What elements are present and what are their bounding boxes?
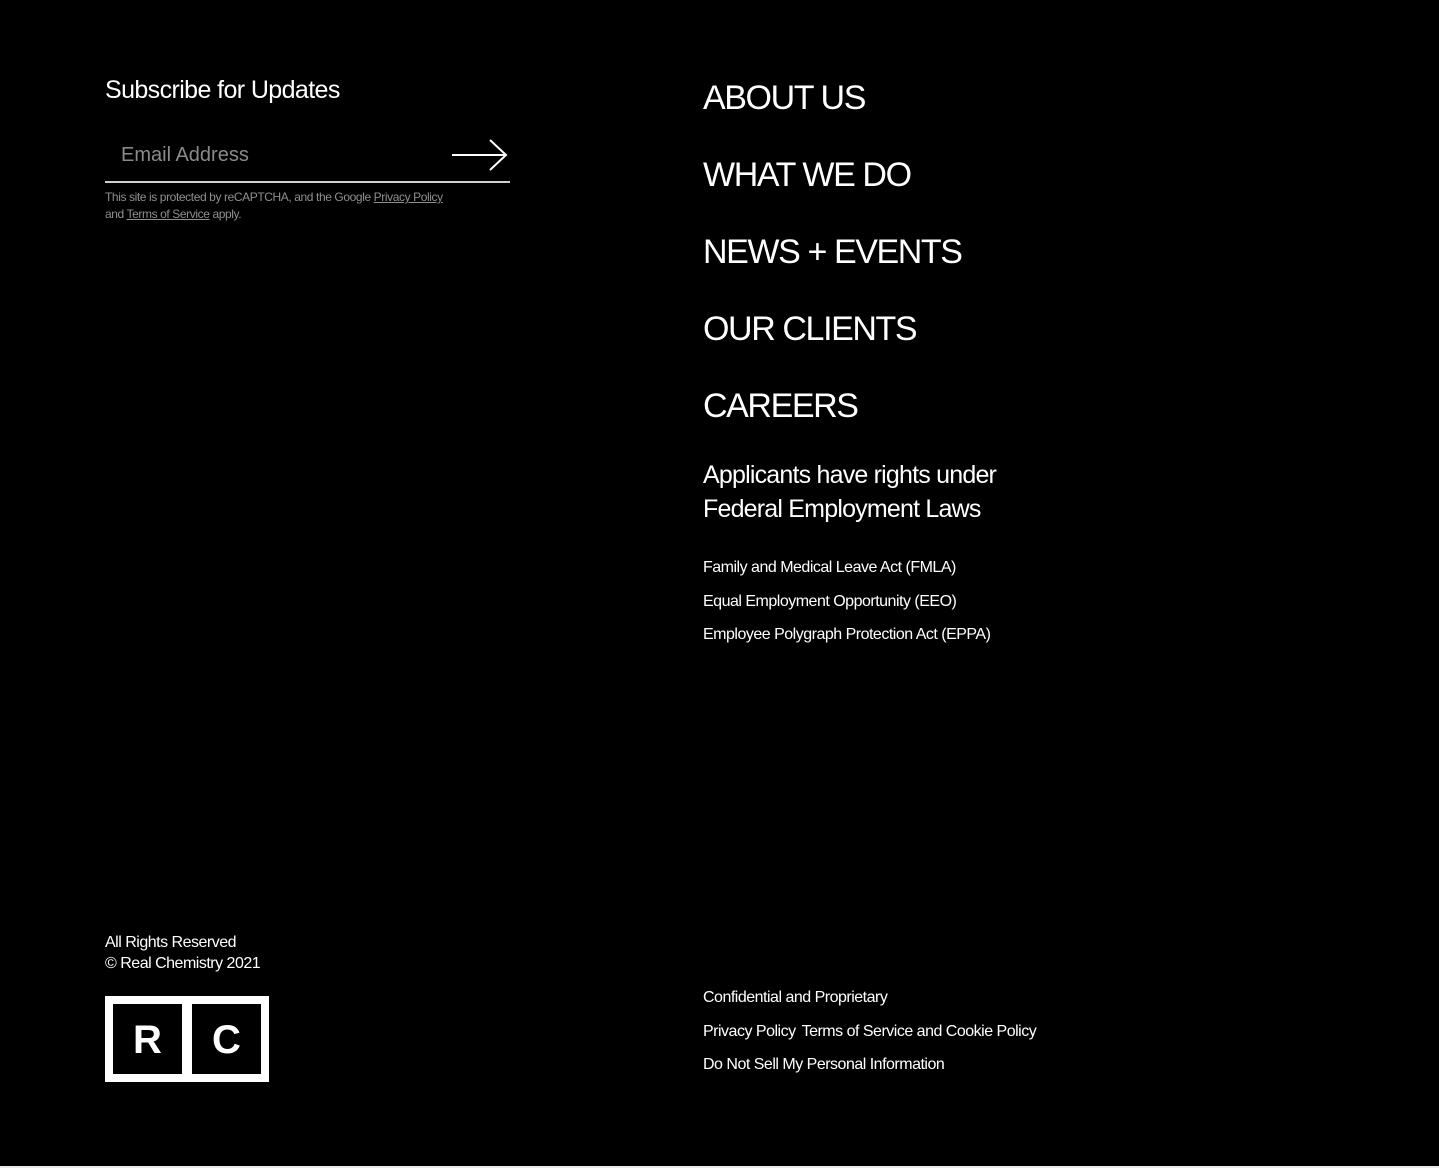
copyright-text: © Real Chemistry 2021 — [105, 955, 261, 972]
nav-link-about-us[interactable]: ABOUT US — [703, 78, 962, 155]
privacy-policy-link[interactable]: Privacy Policy — [374, 190, 443, 204]
real-chemistry-logo[interactable]: R C — [105, 996, 269, 1082]
legal-row: Privacy Policy Terms of Service and Cook… — [703, 1021, 1042, 1055]
nav-link-news-events[interactable]: NEWS + EVENTS — [703, 232, 963, 309]
terms-cookie-policy-link[interactable]: Terms of Service and Cookie Policy — [802, 1021, 1037, 1055]
do-not-sell-link[interactable]: Do Not Sell My Personal Information — [703, 1054, 1042, 1088]
nav-link-careers[interactable]: CAREERS — [703, 386, 962, 463]
recaptcha-notice: This site is protected by reCAPTCHA, and… — [105, 189, 505, 223]
eppa-link[interactable]: Employee Polygraph Protection Act (EPPA) — [703, 624, 991, 658]
recaptcha-text-and: and — [105, 207, 127, 221]
rights-reserved-text: All Rights Reserved — [105, 934, 237, 951]
nav-link-what-we-do[interactable]: WHAT WE DO — [703, 155, 962, 232]
copyright-block: All Rights Reserved © Real Chemistry 202… — [105, 932, 261, 974]
email-input[interactable] — [105, 131, 451, 179]
fmla-link[interactable]: Family and Medical Leave Act (FMLA) — [703, 557, 990, 591]
privacy-policy-footer-link[interactable]: Privacy Policy — [703, 1021, 796, 1055]
logo-letter-r: R — [133, 1018, 162, 1062]
footer-main-nav: ABOUT US WHAT WE DO NEWS + EVENTS OUR CL… — [703, 78, 963, 463]
employment-rights-links: Family and Medical Leave Act (FMLA) Equa… — [703, 557, 991, 658]
recaptcha-text-apply: apply. — [209, 207, 242, 221]
confidential-link[interactable]: Confidential and Proprietary — [703, 987, 1042, 1021]
terms-of-service-link[interactable]: Terms of Service — [127, 207, 210, 221]
nav-link-our-clients[interactable]: OUR CLIENTS — [703, 309, 962, 386]
footer-page: Subscribe for Updates This site is prote… — [0, 0, 1439, 1168]
subscribe-form — [105, 131, 510, 183]
recaptcha-text: This site is protected by reCAPTCHA, and… — [105, 190, 374, 204]
logo-letter-c: C — [212, 1018, 241, 1062]
employment-rights-heading: Applicants have rights under Federal Emp… — [703, 461, 997, 523]
legal-links: Confidential and Proprietary Privacy Pol… — [703, 987, 1042, 1088]
subscribe-submit-button[interactable] — [448, 137, 510, 173]
arrow-right-icon — [452, 139, 508, 171]
eeo-link[interactable]: Equal Employment Opportunity (EEO) — [703, 591, 990, 625]
subscribe-title: Subscribe for Updates — [105, 76, 340, 104]
